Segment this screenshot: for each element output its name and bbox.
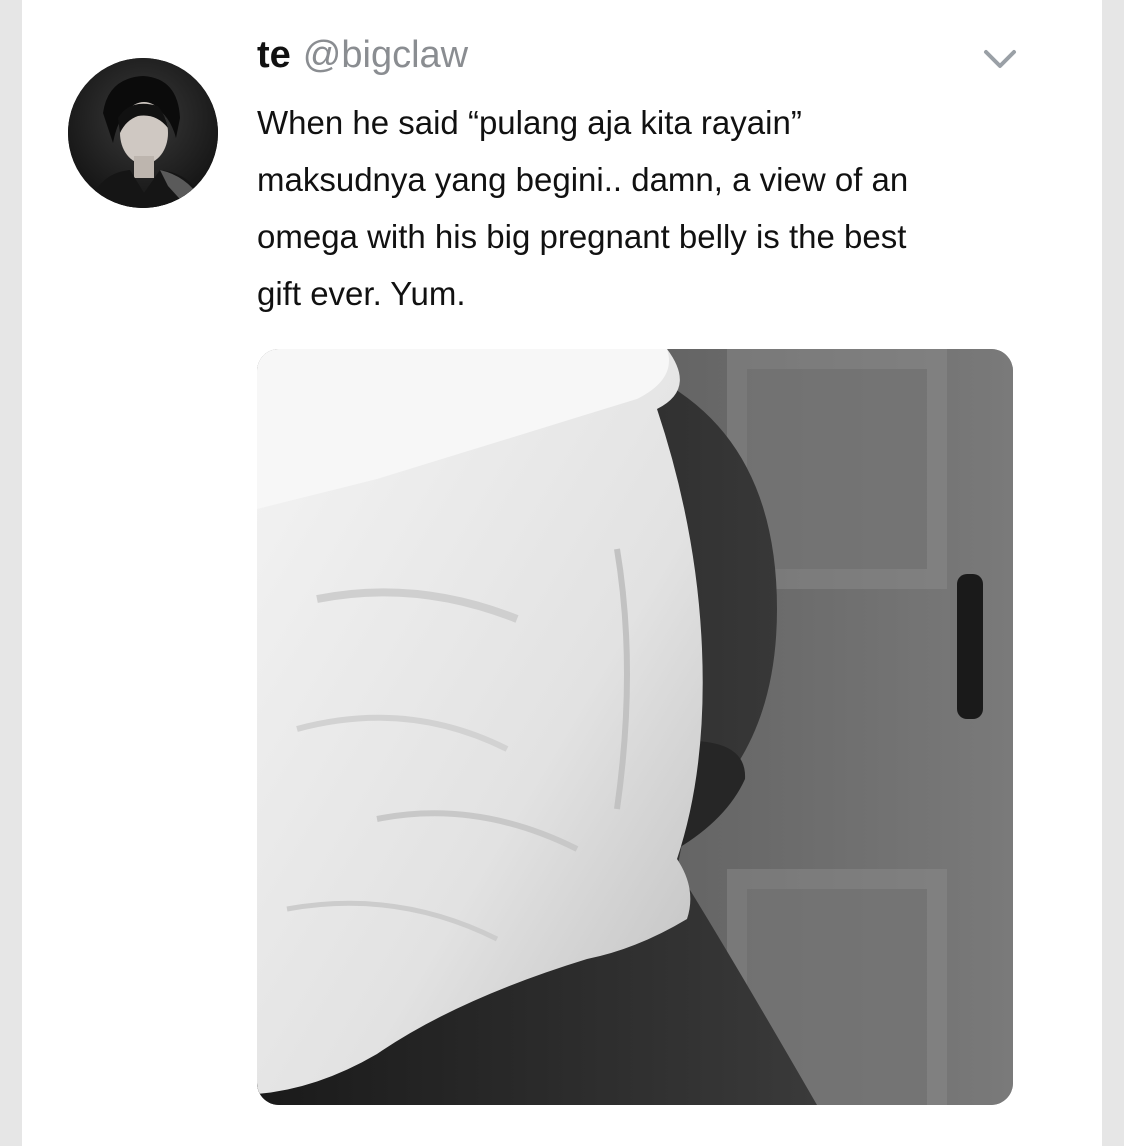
- avatar-image: [68, 58, 218, 208]
- user-handle[interactable]: @bigclaw: [303, 34, 468, 77]
- tweet-media-photo[interactable]: [257, 349, 1013, 1105]
- tweet-header: te @bigclaw: [257, 34, 468, 84]
- avatar[interactable]: [68, 58, 218, 208]
- display-name[interactable]: te: [257, 34, 291, 77]
- tweet-text-line: omega with his big pregnant belly is the…: [257, 218, 907, 255]
- tweet-text-line: When he said “pulang aja kita rayain”: [257, 104, 802, 141]
- photo-image: [257, 349, 1013, 1105]
- tweet-card: te @bigclaw When he said “pulang aja kit…: [22, 0, 1102, 1146]
- chevron-down-icon[interactable]: [980, 44, 1020, 74]
- tweet-text-line: gift ever. Yum.: [257, 275, 466, 312]
- tweet-text-line: maksudnya yang begini.. damn, a view of …: [257, 161, 909, 198]
- tweet-text: When he said “pulang aja kita rayain” ma…: [257, 94, 1017, 322]
